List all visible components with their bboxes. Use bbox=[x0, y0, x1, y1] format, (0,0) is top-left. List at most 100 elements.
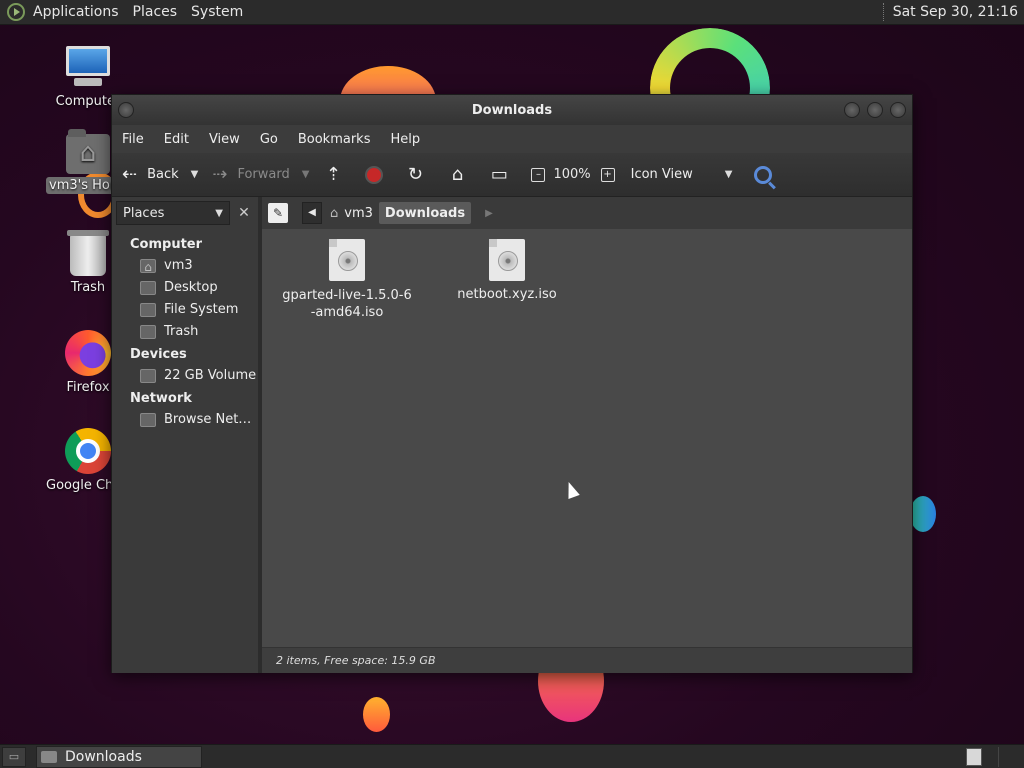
back-history-dropdown[interactable]: ▼ bbox=[191, 169, 199, 180]
menubar: File Edit View Go Bookmarks Help bbox=[112, 125, 912, 153]
forward-button[interactable]: ⇢ Forward bbox=[212, 164, 289, 185]
trash-icon bbox=[67, 230, 109, 276]
file-name: netboot.xyz.iso bbox=[457, 287, 557, 302]
toolbar: ⇠ Back ▼ ⇢ Forward ▼ ⇡ ↻ ⌂ ▭ – 100% + Ic… bbox=[112, 153, 912, 197]
network-icon bbox=[140, 412, 156, 427]
chevron-down-icon: ▼ bbox=[724, 169, 733, 180]
menu-file[interactable]: File bbox=[122, 132, 144, 147]
close-sidebar-icon[interactable]: ✕ bbox=[234, 205, 254, 221]
path-right-arrow[interactable]: ▶ bbox=[485, 208, 493, 219]
menu-go[interactable]: Go bbox=[260, 132, 278, 147]
file-item[interactable]: gparted-live-1.5.0-6-amd64.iso bbox=[277, 239, 417, 321]
path-bar: ✎ ◀ ⌂ vm3 Downloads ▶ bbox=[262, 197, 912, 229]
sidebar-item-vm3[interactable]: ⌂ vm3 bbox=[112, 255, 258, 277]
drive-icon bbox=[140, 368, 156, 383]
sidebar-item-label: Browse Net… bbox=[164, 412, 252, 427]
stop-icon[interactable] bbox=[365, 165, 384, 184]
home-folder-icon: ⌂ bbox=[140, 258, 156, 274]
desktop-folder-icon bbox=[140, 280, 156, 295]
back-button[interactable]: ⇠ Back bbox=[122, 164, 179, 185]
bottom-panel: ▭ Downloads bbox=[0, 744, 1024, 768]
home-icon[interactable]: ⌂ bbox=[447, 164, 467, 185]
sidebar-item-browse-network[interactable]: Browse Net… bbox=[112, 409, 258, 431]
close-button[interactable] bbox=[890, 102, 906, 118]
file-grid[interactable]: gparted-live-1.5.0-6-amd64.iso netboot.x… bbox=[262, 229, 912, 647]
edit-location-icon[interactable]: ✎ bbox=[268, 203, 288, 223]
wallpaper-shape bbox=[910, 496, 936, 532]
view-mode-label: Icon View bbox=[630, 167, 693, 182]
maximize-button[interactable] bbox=[867, 102, 883, 118]
search-icon[interactable] bbox=[754, 165, 773, 184]
computer-icon bbox=[64, 46, 112, 90]
up-arrow-icon[interactable]: ⇡ bbox=[323, 164, 343, 185]
menu-places[interactable]: Places bbox=[133, 4, 178, 20]
trash-applet-icon[interactable] bbox=[998, 746, 1022, 767]
panel-separator bbox=[882, 3, 885, 21]
forward-label: Forward bbox=[237, 167, 290, 182]
window-title: Downloads bbox=[471, 102, 553, 118]
breadcrumb-downloads[interactable]: Downloads bbox=[378, 202, 472, 224]
file-item[interactable]: netboot.xyz.iso bbox=[437, 239, 577, 302]
forward-history-dropdown[interactable]: ▼ bbox=[302, 169, 310, 180]
back-arrow-icon: ⇠ bbox=[122, 164, 138, 185]
reload-icon[interactable]: ↻ bbox=[405, 164, 425, 185]
sidebar-selector-label: Places bbox=[123, 205, 165, 221]
menu-system[interactable]: System bbox=[191, 4, 243, 20]
zoom-level: 100% bbox=[553, 167, 591, 182]
file-view-pane: ✎ ◀ ⌂ vm3 Downloads ▶ gparted-live-1.5.0… bbox=[262, 197, 912, 673]
sidebar-item-label: Desktop bbox=[164, 280, 218, 295]
taskbar-item-downloads[interactable]: Downloads bbox=[36, 745, 202, 768]
window-menu-button[interactable] bbox=[118, 102, 134, 118]
zoom-in-icon[interactable]: + bbox=[600, 167, 615, 182]
menu-applications[interactable]: Applications bbox=[33, 4, 119, 20]
folder-icon bbox=[41, 750, 57, 763]
menu-view[interactable]: View bbox=[209, 132, 240, 147]
sidebar-item-label: vm3 bbox=[164, 258, 193, 273]
path-left-arrow[interactable]: ◀ bbox=[302, 202, 322, 224]
breadcrumb-vm3[interactable]: ⌂ vm3 bbox=[324, 202, 379, 224]
sidebar-section-computer: Computer bbox=[130, 237, 203, 252]
sidebar-item-trash[interactable]: Trash bbox=[112, 321, 258, 343]
menu-edit[interactable]: Edit bbox=[164, 132, 189, 147]
sidebar-item-volume[interactable]: 22 GB Volume bbox=[112, 365, 258, 387]
view-mode-select[interactable]: Icon View ▼ bbox=[631, 167, 733, 182]
computer-icon[interactable]: ▭ bbox=[489, 164, 509, 185]
disc-image-icon bbox=[489, 239, 525, 281]
home-folder-icon bbox=[66, 129, 110, 174]
show-desktop-icon[interactable]: ▭ bbox=[2, 746, 26, 767]
breadcrumb-label: vm3 bbox=[344, 205, 373, 221]
menu-bookmarks[interactable]: Bookmarks bbox=[298, 132, 371, 147]
file-name: gparted-live-1.5.0-6-amd64.iso bbox=[282, 288, 412, 320]
status-bar: 2 items, Free space: 15.9 GB bbox=[262, 647, 912, 673]
file-manager-window: Downloads File Edit View Go Bookmarks He… bbox=[111, 94, 913, 673]
sidebar-section-devices: Devices bbox=[130, 347, 187, 362]
chrome-icon bbox=[65, 428, 111, 474]
minimize-button[interactable] bbox=[844, 102, 860, 118]
clock[interactable]: Sat Sep 30, 21:16 bbox=[893, 4, 1018, 20]
firefox-icon bbox=[65, 330, 111, 376]
sidebar-selector[interactable]: Places ▼ bbox=[116, 201, 230, 225]
forward-arrow-icon: ⇢ bbox=[212, 164, 228, 185]
zoom-out-icon[interactable]: – bbox=[531, 167, 546, 182]
workspace-switcher[interactable] bbox=[966, 747, 982, 766]
disc-image-icon bbox=[329, 239, 365, 281]
taskbar-item-label: Downloads bbox=[65, 748, 142, 765]
distro-logo-icon[interactable] bbox=[7, 3, 25, 21]
home-icon: ⌂ bbox=[330, 205, 339, 221]
sidebar-item-file-system[interactable]: File System bbox=[112, 299, 258, 321]
top-panel: Applications Places System Sat Sep 30, 2… bbox=[0, 0, 1024, 25]
back-label: Back bbox=[147, 167, 179, 182]
drive-icon bbox=[140, 302, 156, 317]
sidebar-item-label: 22 GB Volume bbox=[164, 368, 257, 383]
sidebar-section-network: Network bbox=[130, 391, 192, 406]
trash-icon bbox=[140, 324, 156, 339]
chevron-down-icon: ▼ bbox=[215, 207, 223, 219]
breadcrumb-label: Downloads bbox=[384, 205, 466, 221]
menu-help[interactable]: Help bbox=[390, 132, 420, 147]
sidebar: Places ▼ ✕ Computer ⌂ vm3 Desktop File Sy… bbox=[112, 197, 262, 673]
window-titlebar[interactable]: Downloads bbox=[112, 95, 912, 125]
sidebar-item-label: Trash bbox=[164, 324, 199, 339]
sidebar-item-desktop[interactable]: Desktop bbox=[112, 277, 258, 299]
wallpaper-shape bbox=[363, 697, 390, 732]
sidebar-item-label: File System bbox=[164, 302, 239, 317]
